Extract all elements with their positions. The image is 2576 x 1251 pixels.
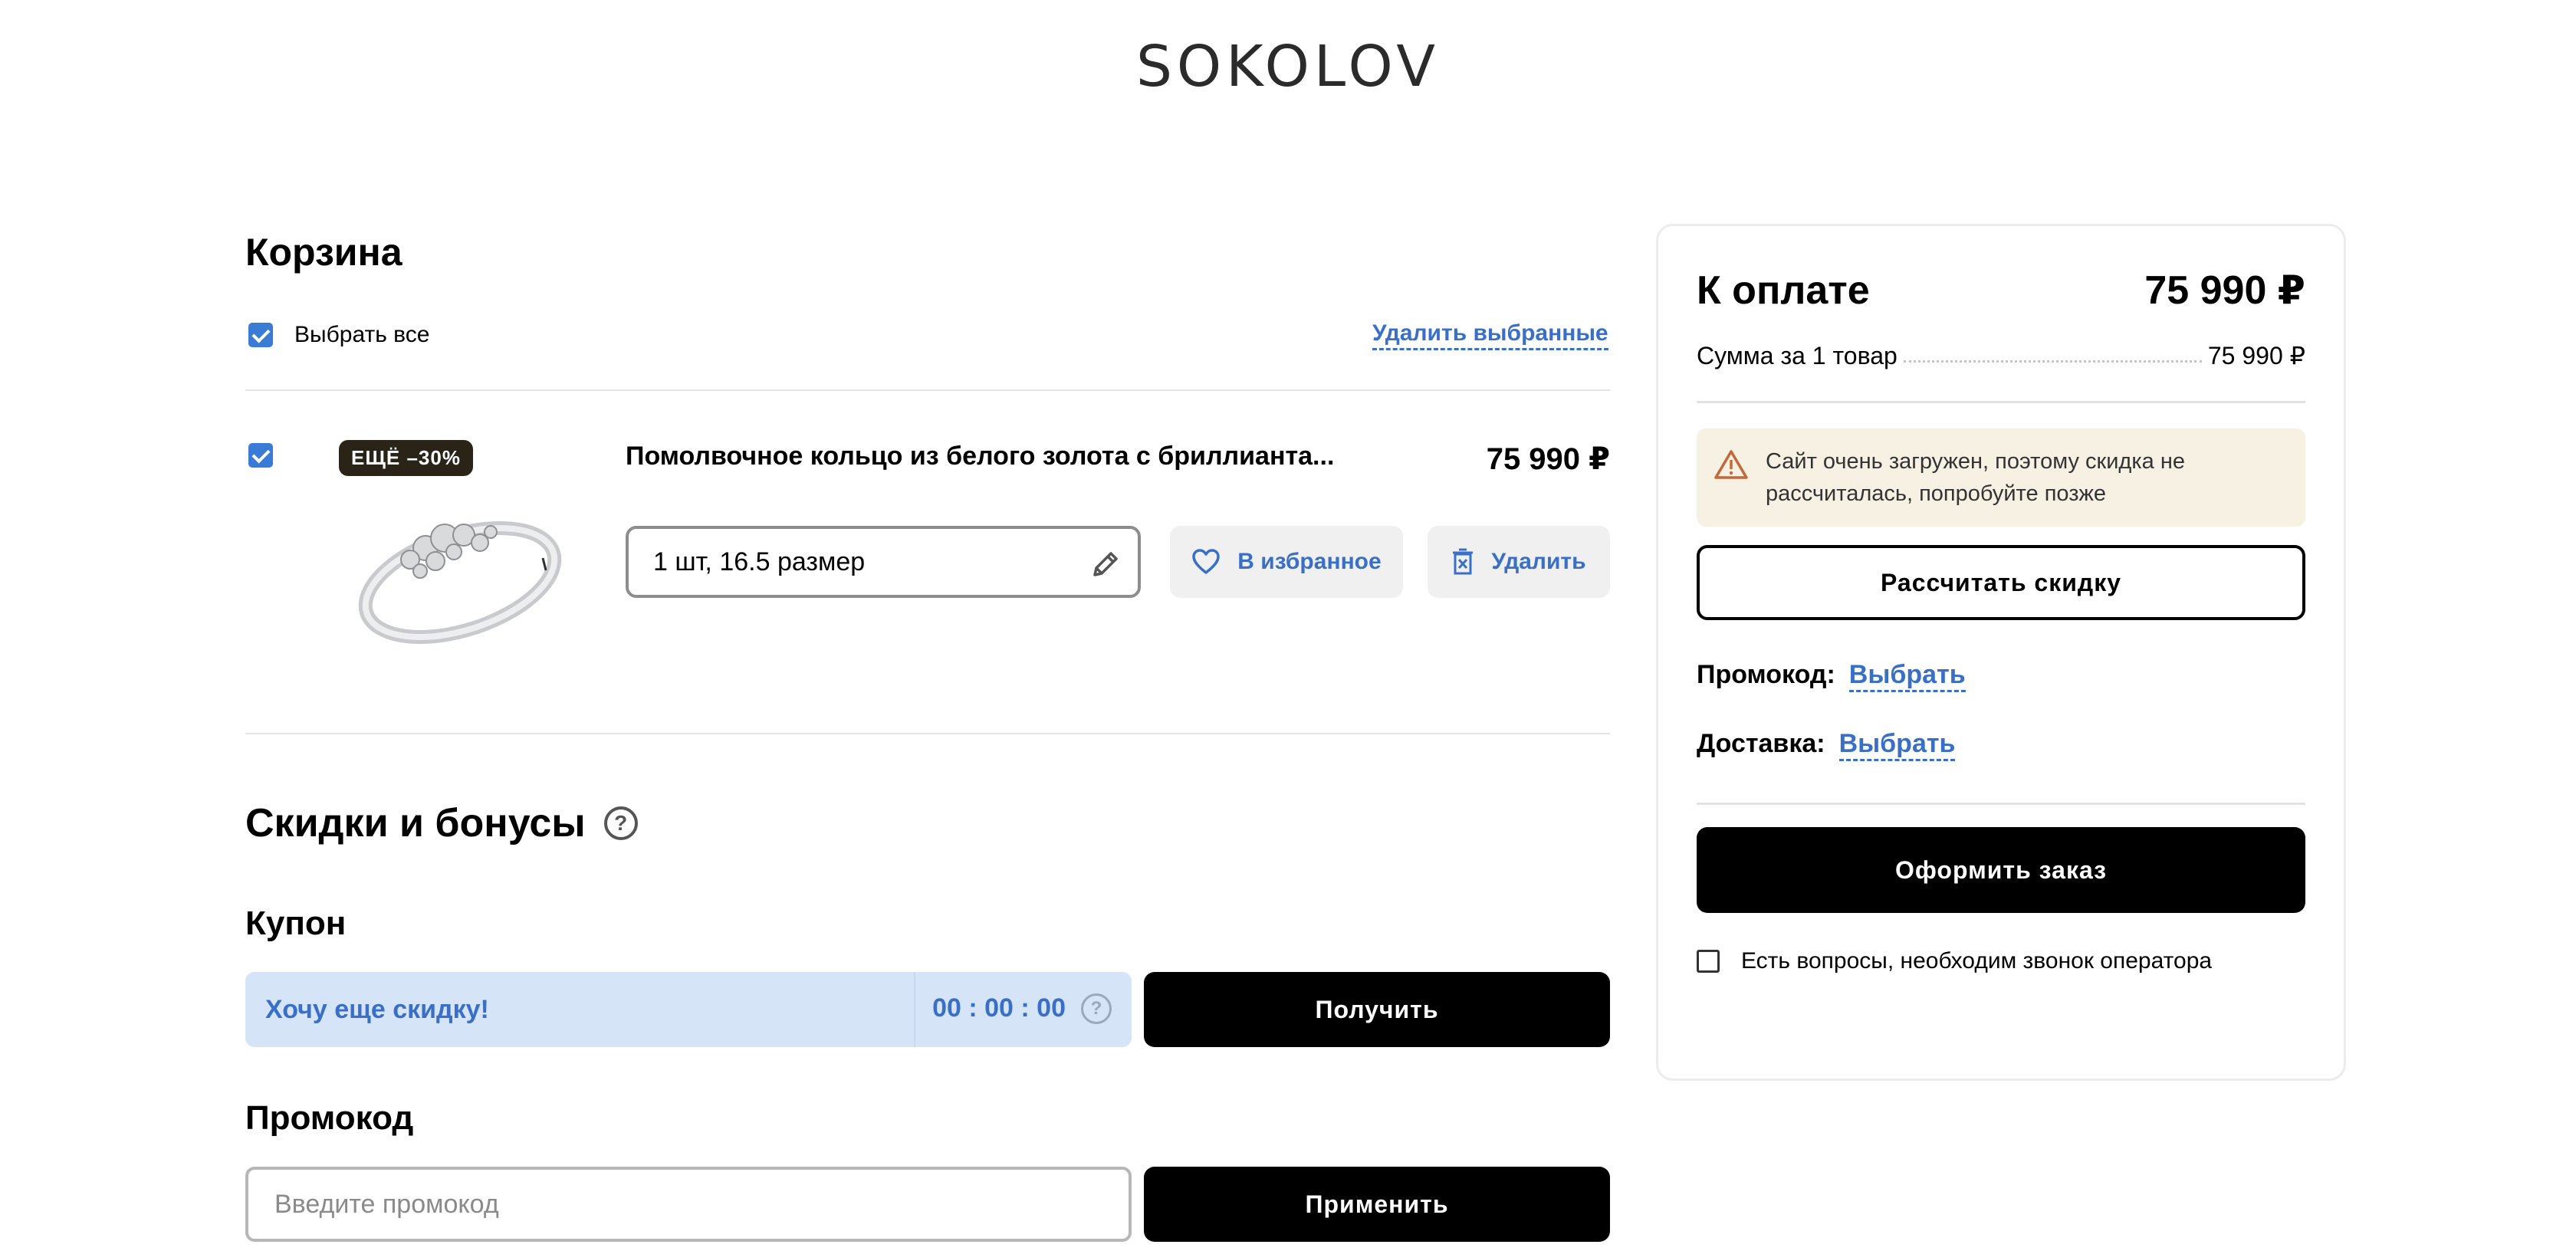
warning-text: Сайт очень загружен, поэтому скидка не р… (1766, 449, 2185, 506)
select-all-checkbox[interactable] (248, 323, 273, 347)
operator-call-checkbox[interactable] (1697, 950, 1720, 973)
promo-select-link[interactable]: Выбрать (1848, 660, 1966, 692)
discount-badge: ЕЩЁ –30% (339, 440, 473, 476)
calculate-discount-button[interactable]: Рассчитать скидку (1697, 545, 2305, 620)
coupon-separator (914, 972, 915, 1047)
cart-title: Корзина (245, 231, 402, 274)
divider (245, 389, 1610, 391)
items-sum-value: 75 990 ₽ (2207, 342, 2305, 369)
coupon-box: Хочу еще скидку! 00 : 00 : 00 ? (245, 972, 1132, 1047)
product-price: 75 990 ₽ (1486, 442, 1610, 476)
add-to-favorites-button[interactable]: В избранное (1170, 526, 1403, 598)
discounts-title: Скидки и бонусы (245, 801, 586, 845)
apply-promo-button[interactable]: Применить (1144, 1167, 1610, 1242)
coupon-help-icon[interactable]: ? (1081, 993, 1112, 1024)
operator-call-row[interactable]: Есть вопросы, необходим звонок оператора (1697, 948, 2212, 974)
item-checkbox[interactable] (248, 443, 273, 468)
help-icon[interactable]: ? (603, 806, 638, 840)
operator-call-label[interactable]: Есть вопросы, необходим звонок оператора (1741, 948, 2212, 974)
variant-text: 1 шт, 16.5 размер (653, 547, 866, 576)
discounts-section-title: Скидки и бонусы ? (245, 800, 638, 846)
variant-selector[interactable]: 1 шт, 16.5 размер (626, 526, 1141, 598)
delivery-select-link[interactable]: Выбрать (1838, 729, 1956, 761)
divider (245, 733, 1610, 734)
dotted-leader (1903, 360, 2202, 363)
trash-icon (1453, 548, 1474, 575)
select-all-label[interactable]: Выбрать все (294, 322, 429, 348)
coupon-text: Хочу еще скидку! (265, 994, 489, 1024)
coupon-title: Купон (245, 905, 347, 942)
pencil-icon[interactable] (1089, 547, 1122, 581)
promo-code-input[interactable] (245, 1167, 1132, 1242)
order-summary-card: К оплате 75 990 ₽ Сумма за 1 товар 75 99… (1656, 224, 2346, 1081)
items-sum-row: Сумма за 1 товар 75 990 ₽ (1697, 341, 2305, 370)
delivery-row: Доставка: Выбрать (1697, 729, 1956, 761)
warning-message: Сайт очень загружен, поэтому скидка не р… (1697, 428, 2305, 527)
get-coupon-button[interactable]: Получить (1144, 972, 1610, 1047)
select-all-row[interactable]: Выбрать все (248, 322, 429, 348)
divider (1697, 401, 2305, 403)
summary-title: К оплате (1697, 268, 1870, 313)
promo-label: Промокод: (1697, 660, 1835, 689)
coupon-timer: 00 : 00 : 00 (932, 993, 1066, 1023)
divider (1697, 803, 2305, 805)
favorites-label: В избранное (1237, 549, 1382, 574)
product-name-link[interactable]: Помолвочное кольцо из белого золота с бр… (626, 442, 1334, 471)
sokolov-logo[interactable]: SOKOLOV (0, 34, 2576, 100)
summary-total: 75 990 ₽ (2144, 268, 2305, 313)
promo-title: Промокод (245, 1099, 414, 1137)
heart-icon (1192, 549, 1221, 574)
promo-row: Промокод: Выбрать (1697, 660, 1966, 692)
delete-selected-link[interactable]: Удалить выбранные (1372, 320, 1608, 350)
items-sum-label: Сумма за 1 товар (1697, 342, 1898, 369)
delivery-label: Доставка: (1697, 729, 1825, 758)
place-order-button[interactable]: Оформить заказ (1697, 827, 2305, 913)
product-image[interactable] (345, 475, 575, 644)
delete-label: Удалить (1491, 549, 1586, 574)
warning-icon (1714, 450, 1748, 479)
delete-item-button[interactable]: Удалить (1428, 526, 1610, 598)
